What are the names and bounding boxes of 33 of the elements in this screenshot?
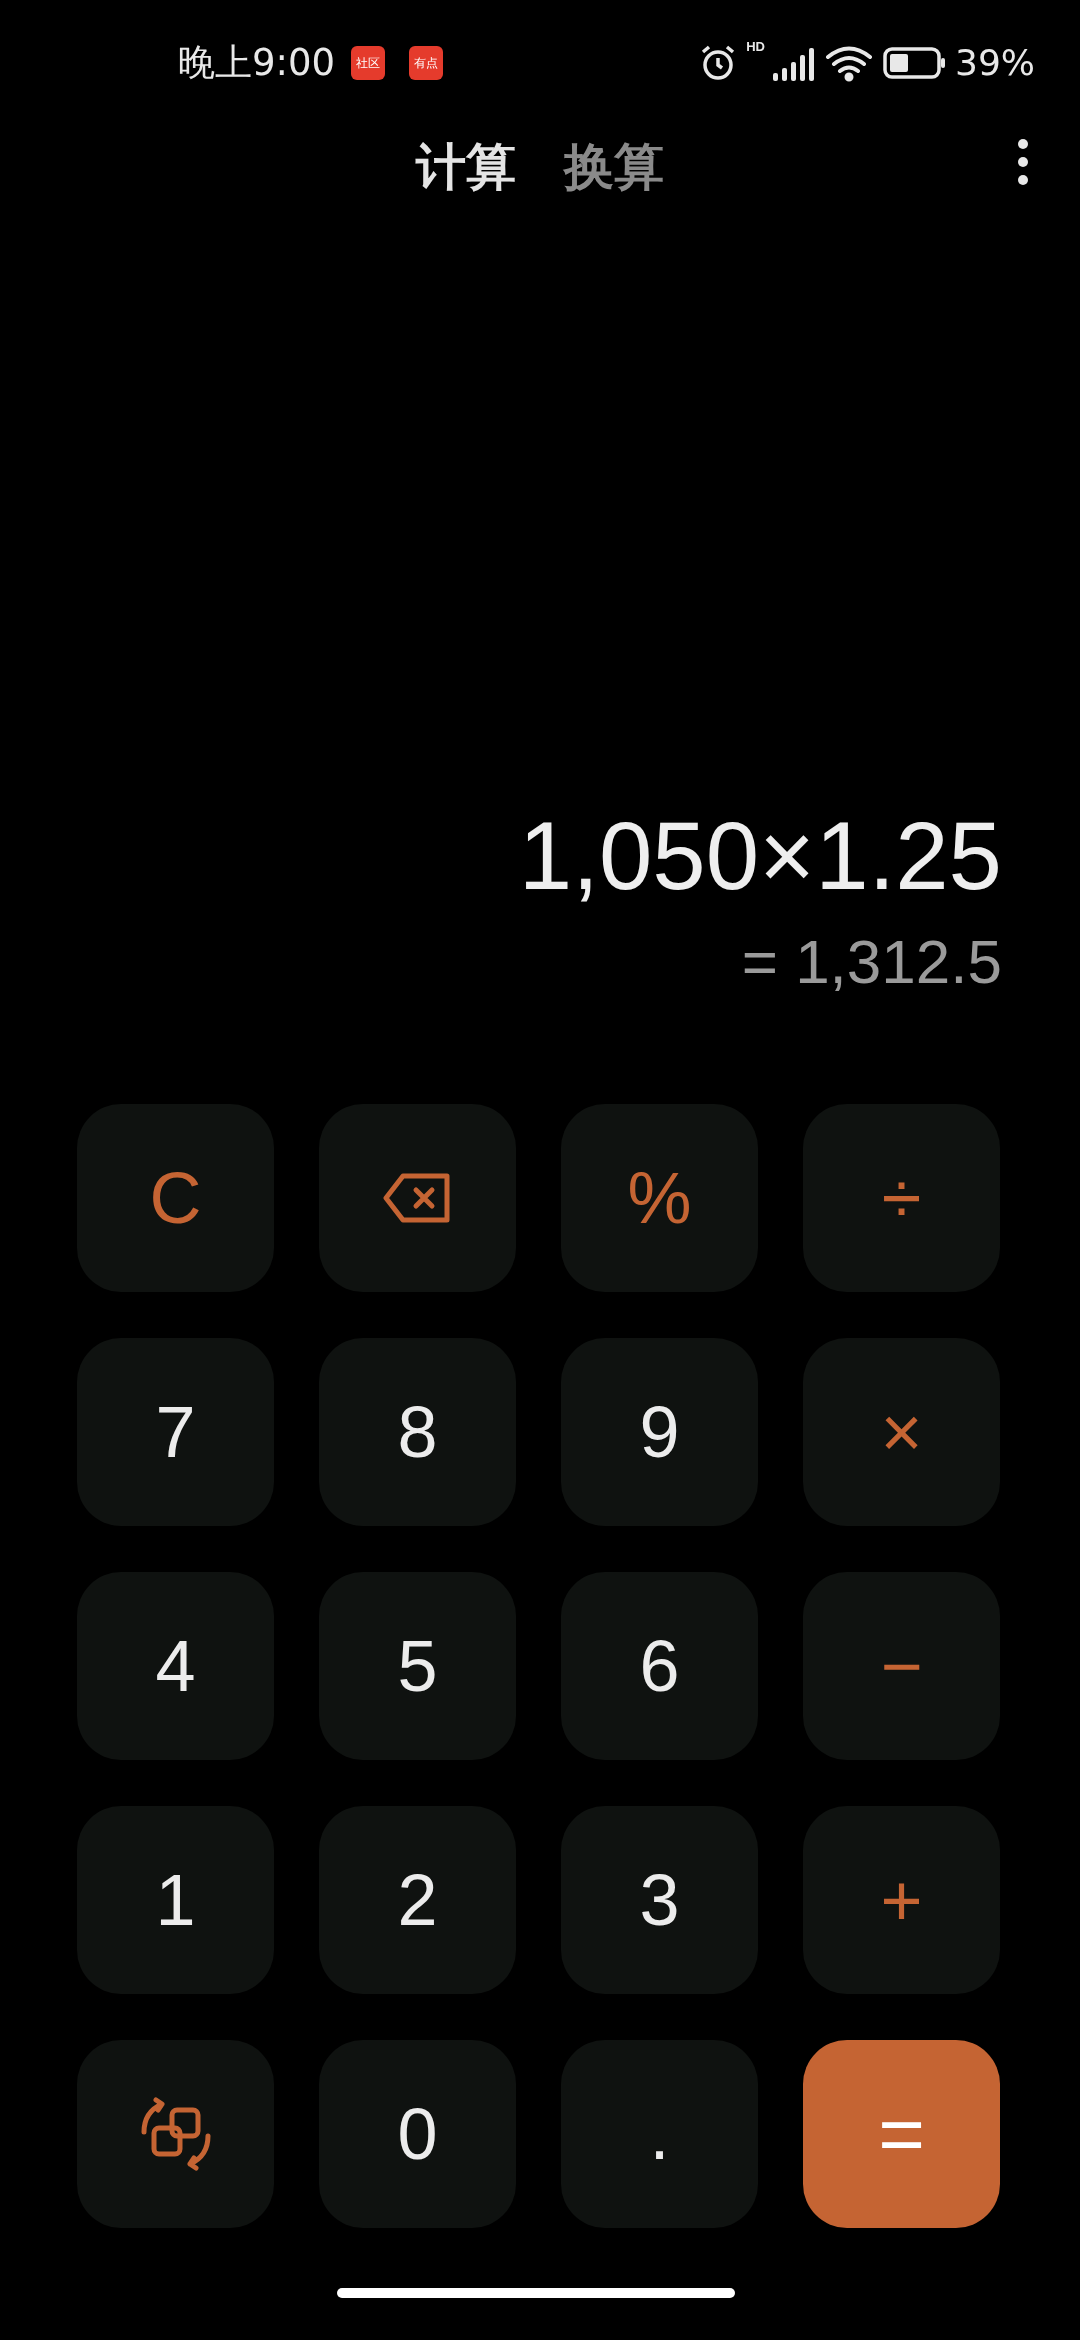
digit-key[interactable]: 7 (77, 1338, 274, 1526)
backspace-key[interactable] (319, 1104, 516, 1292)
mode-switch-key[interactable] (77, 2040, 274, 2228)
digit-key[interactable]: 8 (319, 1338, 516, 1526)
operator-key[interactable]: C (77, 1104, 274, 1292)
digit-key[interactable]: 3 (561, 1806, 758, 1994)
more-icon (1016, 137, 1030, 187)
notification-icon: 有点 (409, 45, 444, 80)
operator-key[interactable]: ÷ (803, 1104, 1000, 1292)
backspace-icon (382, 1172, 453, 1224)
more-menu-button[interactable] (1016, 137, 1030, 187)
digit-key[interactable]: 9 (561, 1338, 758, 1526)
tab[interactable]: 换算 (540, 130, 688, 205)
status-time: 晚上9:00 (178, 39, 336, 86)
digit-key[interactable]: 6 (561, 1572, 758, 1760)
notification-icon: 社区 (351, 45, 386, 80)
operator-key[interactable]: × (803, 1338, 1000, 1526)
expression-display: 1,050×1.25 (518, 803, 1002, 909)
battery-icon (883, 45, 947, 80)
equals-key[interactable]: = (803, 2040, 1000, 2228)
digit-key[interactable]: 4 (77, 1572, 274, 1760)
digit-key[interactable]: 5 (319, 1572, 516, 1760)
network-type-label: HD (746, 39, 765, 53)
tab[interactable]: 计算 (392, 130, 540, 205)
digit-key[interactable]: . (561, 2040, 758, 2228)
digit-key[interactable]: 1 (77, 1806, 274, 1994)
operator-key[interactable]: % (561, 1104, 758, 1292)
digit-key[interactable]: 2 (319, 1806, 516, 1994)
result-display: = 1,312.5 (741, 926, 1002, 998)
operator-key[interactable]: + (803, 1806, 1000, 1994)
operator-key[interactable]: − (803, 1572, 1000, 1760)
battery-percentage: 39% (955, 40, 1035, 85)
digit-key[interactable]: 0 (319, 2040, 516, 2228)
